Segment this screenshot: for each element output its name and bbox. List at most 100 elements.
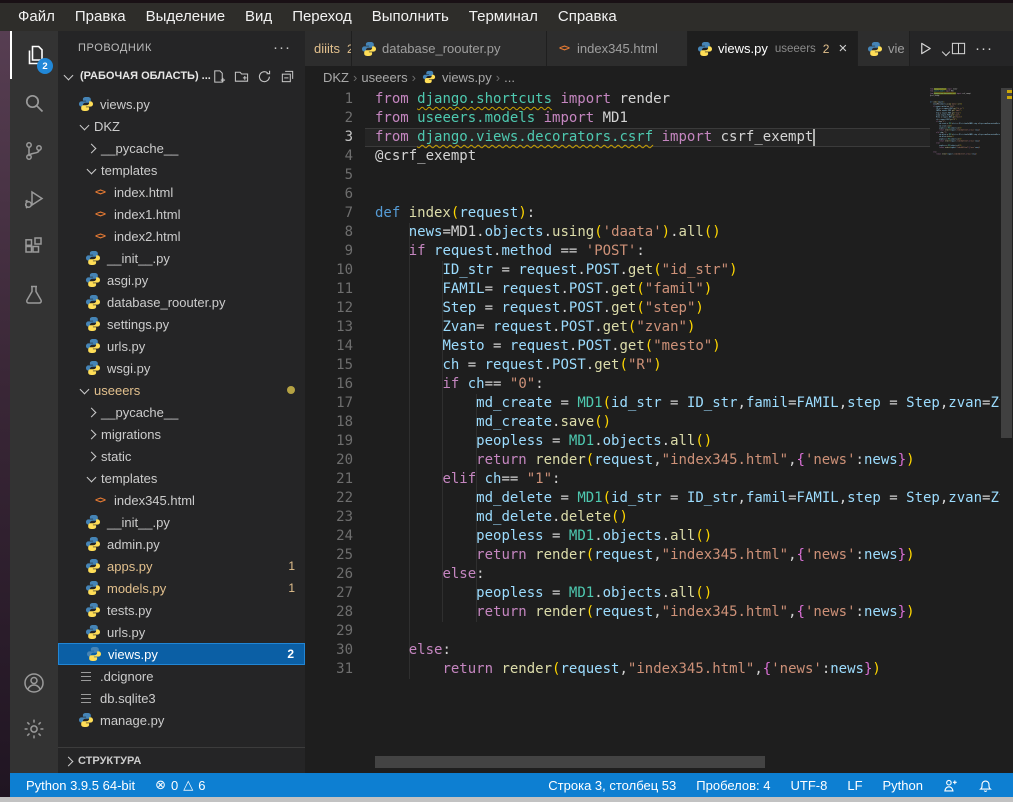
menu-item-file[interactable]: Файл <box>8 3 65 31</box>
tree-item-.dcignore[interactable]: .dcignore <box>58 665 305 687</box>
tree-item-manage.py[interactable]: manage.py <box>58 709 305 731</box>
tab-diiits[interactable]: diiits2● <box>305 31 352 66</box>
tree-item-views.py[interactable]: views.py <box>58 93 305 115</box>
minimap[interactable]: from django.shortcuts import renderfrom … <box>930 88 1000 218</box>
line-number: 15 <box>305 356 353 375</box>
activity-settings-icon[interactable] <box>10 705 58 753</box>
tree-item-templates[interactable]: templates <box>58 159 305 181</box>
tree-item-urls.py[interactable]: urls.py <box>58 335 305 357</box>
status-item-python-version[interactable]: Python 3.9.5 64-bit <box>18 778 143 793</box>
menu-item-selection[interactable]: Выделение <box>136 3 235 31</box>
warning-count: 6 <box>198 778 205 793</box>
menu-item-terminal[interactable]: Терминал <box>459 3 548 31</box>
breadcrumb-item-useeers[interactable]: useeers <box>361 70 407 85</box>
tree-item-tests.py[interactable]: tests.py <box>58 599 305 621</box>
tree-item-__init__.py[interactable]: __init__.py <box>58 511 305 533</box>
collapse-all-icon[interactable] <box>280 69 295 84</box>
activity-explorer-icon[interactable]: 2 <box>10 31 58 79</box>
tree-item-templates[interactable]: templates <box>58 467 305 489</box>
tab-index345.html[interactable]: <>index345.html <box>547 31 688 66</box>
breadcrumb-item-...[interactable]: ... <box>504 70 515 85</box>
status-item-eol[interactable]: LF <box>839 778 870 793</box>
tab-label: index345.html <box>577 41 658 56</box>
activity-search-icon[interactable] <box>10 79 58 127</box>
tree-item-models.py[interactable]: models.py1 <box>58 577 305 599</box>
code-line: Step = request.POST.get("step") <box>375 299 1000 318</box>
vertical-scrollbar[interactable] <box>1000 88 1013 773</box>
status-item-feedback[interactable] <box>935 778 966 793</box>
python-file-icon <box>697 41 713 57</box>
tree-item-__pycache__[interactable]: __pycache__ <box>58 401 305 423</box>
refresh-icon[interactable] <box>257 69 272 84</box>
tree-item-DKZ[interactable]: DKZ <box>58 115 305 137</box>
workspace-section-header[interactable]: (РАБОЧАЯ ОБЛАСТЬ) ... <box>58 64 305 88</box>
status-item-encoding[interactable]: UTF-8 <box>783 778 836 793</box>
vertical-scrollbar-thumb[interactable] <box>1001 88 1012 438</box>
activity-extensions-icon[interactable] <box>10 223 58 271</box>
new-file-icon[interactable] <box>211 69 226 84</box>
tree-item-admin.py[interactable]: admin.py <box>58 533 305 555</box>
chevron-down-icon <box>78 383 92 397</box>
activity-testing-icon[interactable] <box>10 271 58 319</box>
menu-item-view[interactable]: Вид <box>235 3 282 31</box>
status-item-cursor-position[interactable]: Строка 3, столбец 53 <box>540 778 684 793</box>
code-line <box>375 622 1000 641</box>
status-item-indentation[interactable]: Пробелов: 4 <box>688 778 778 793</box>
line-number: 27 <box>305 584 353 603</box>
activity-run-debug-icon[interactable] <box>10 175 58 223</box>
menu-item-edit[interactable]: Правка <box>65 3 136 31</box>
tree-item-wsgi.py[interactable]: wsgi.py <box>58 357 305 379</box>
tree-item-settings.py[interactable]: settings.py <box>58 313 305 335</box>
tree-item-useeers[interactable]: useeers <box>58 379 305 401</box>
tree-item-index2.html[interactable]: <>index2.html <box>58 225 305 247</box>
activity-account-icon[interactable] <box>10 659 58 707</box>
code-line: Mesto = request.POST.get("mesto") <box>375 337 1000 356</box>
more-actions-icon[interactable]: ··· <box>975 40 993 57</box>
tree-item-apps.py[interactable]: apps.py 1 <box>58 555 305 577</box>
line-number: 31 <box>305 660 353 679</box>
menu-item-go[interactable]: Переход <box>282 3 362 31</box>
tree-item-migrations[interactable]: migrations <box>58 423 305 445</box>
tab-database_roouter.py[interactable]: database_roouter.py <box>352 31 547 66</box>
new-folder-icon[interactable] <box>234 69 249 84</box>
python-file-icon <box>85 514 101 530</box>
tree-item-__pycache__[interactable]: __pycache__ <box>58 137 305 159</box>
status-item-notifications[interactable] <box>970 778 1001 793</box>
python-file-icon <box>85 558 101 574</box>
split-editor-icon[interactable] <box>951 41 966 56</box>
run-icon[interactable] <box>918 41 933 56</box>
tree-item-label: useeers <box>94 383 140 398</box>
tree-item-database_roouter.py[interactable]: database_roouter.py <box>58 291 305 313</box>
tree-item-static[interactable]: static <box>58 445 305 467</box>
code-line: @csrf_exempt <box>375 147 1000 166</box>
menu-item-help[interactable]: Справка <box>548 3 627 31</box>
tree-item-index1.html[interactable]: <>index1.html <box>58 203 305 225</box>
menu-item-run[interactable]: Выполнить <box>362 3 459 31</box>
tree-item-urls.py[interactable]: urls.py <box>58 621 305 643</box>
tree-item-index.html[interactable]: <>index.html <box>58 181 305 203</box>
sidebar-more-icon[interactable]: ··· <box>273 39 291 56</box>
tab-close-icon[interactable]: × <box>838 41 847 56</box>
activity-source-control-icon[interactable] <box>10 127 58 175</box>
tree-item-asgi.py[interactable]: asgi.py <box>58 269 305 291</box>
tree-item-db.sqlite3[interactable]: db.sqlite3 <box>58 687 305 709</box>
tree-item-label: manage.py <box>100 713 164 728</box>
problem-count-badge: 1 <box>288 559 295 573</box>
breadcrumb-item-DKZ[interactable]: DKZ <box>323 70 349 85</box>
tree-item-index345.html[interactable]: <>index345.html <box>58 489 305 511</box>
tab-vie[interactable]: vie <box>858 31 910 66</box>
outline-section-header[interactable]: СТРУКТУРА <box>58 747 305 773</box>
tree-item-views.py[interactable]: views.py2 <box>58 643 305 665</box>
tab-views.py[interactable]: views.pyuseeers2× <box>688 31 858 66</box>
breadcrumb-item-views.py[interactable]: views.py <box>442 70 492 85</box>
code-line: news=MD1.objects.using('daata').all() <box>375 223 1000 242</box>
overview-warning-marker <box>1007 90 1012 93</box>
code-editor[interactable]: 1234567891011121314151617181920212223242… <box>305 88 1013 773</box>
horizontal-scrollbar-thumb[interactable] <box>375 756 765 768</box>
status-item-language-mode[interactable]: Python <box>875 778 931 793</box>
tree-item-label: apps.py <box>107 559 153 574</box>
line-number-gutter[interactable]: 1234567891011121314151617181920212223242… <box>305 90 353 679</box>
status-item-problems[interactable]: ⊗0△6 <box>147 777 213 793</box>
generic-file-icon <box>78 690 94 706</box>
tree-item-__init__.py[interactable]: __init__.py <box>58 247 305 269</box>
